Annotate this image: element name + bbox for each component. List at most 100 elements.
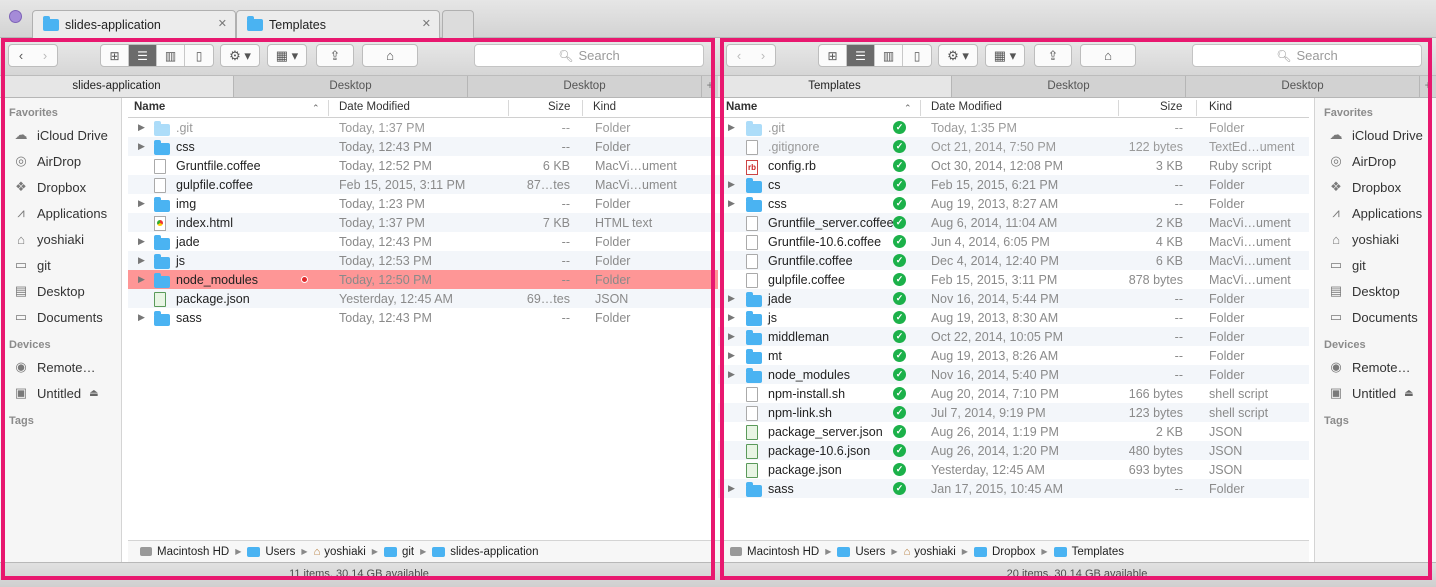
column-date[interactable]: Date Modified — [339, 101, 410, 113]
tags-button[interactable]: ⌂ — [362, 44, 418, 67]
sidebar-item-remote[interactable]: ◉ Remote… — [1315, 354, 1436, 380]
forward-icon[interactable]: › — [43, 48, 47, 63]
view-mode-switcher[interactable]: ⊞ ☰ ▥ ▯ — [818, 44, 932, 67]
path-item[interactable]: ⌂ yoshiaki — [314, 546, 366, 558]
disclosure-triangle-icon[interactable]: ▶ — [138, 274, 145, 285]
eject-icon[interactable]: ⏏ — [1404, 388, 1413, 399]
close-window-button[interactable] — [9, 10, 22, 23]
disclosure-triangle-icon[interactable]: ▶ — [138, 198, 145, 209]
disclosure-triangle-icon[interactable]: ▶ — [728, 350, 735, 361]
column-name[interactable]: Name — [726, 101, 757, 113]
pane-tab[interactable]: Desktop — [952, 76, 1186, 97]
sidebar-item-icloud-drive[interactable]: ☁ iCloud Drive — [1315, 122, 1436, 148]
search-field[interactable]: 🔍︎ Search — [474, 44, 704, 67]
back-icon[interactable]: ‹ — [737, 48, 741, 63]
view-mode-switcher[interactable]: ⊞ ☰ ▥ ▯ — [100, 44, 214, 67]
back-icon[interactable]: ‹ — [19, 48, 23, 63]
table-row[interactable]: ▶ node_modules Today, 12:50 PM -- Folder — [128, 270, 718, 289]
table-row[interactable]: ▶ jade Today, 12:43 PM -- Folder — [128, 232, 718, 251]
sidebar-item-remote[interactable]: ◉ Remote… — [0, 354, 121, 380]
table-row[interactable]: ▶ .git Today, 1:35 PM -- Folder ✓ — [718, 118, 1309, 137]
sidebar-item-dropbox[interactable]: ❖ Dropbox — [1315, 174, 1436, 200]
list-view-icon[interactable]: ☰ — [847, 45, 875, 66]
table-row[interactable]: .gitignore Oct 21, 2014, 7:50 PM 122 bytes… — [718, 137, 1309, 156]
window-tab-templates[interactable]: Templates ✕ — [236, 10, 440, 38]
arrange-menu-button[interactable]: ▦ ▾ — [267, 44, 307, 67]
icon-view-icon[interactable]: ⊞ — [101, 45, 129, 66]
disclosure-triangle-icon[interactable]: ▶ — [728, 179, 735, 190]
table-row[interactable]: ▶ css Aug 19, 2013, 8:27 AM -- Folder ✓ — [718, 194, 1309, 213]
close-tab-icon[interactable]: ✕ — [422, 17, 431, 30]
column-view-icon[interactable]: ▥ — [875, 45, 903, 66]
share-button[interactable]: ⇪ — [316, 44, 354, 67]
path-item[interactable]: Templates — [1053, 546, 1124, 558]
disclosure-triangle-icon[interactable]: ▶ — [138, 122, 145, 133]
disclosure-triangle-icon[interactable]: ▶ — [728, 312, 735, 323]
table-row[interactable]: package.json Yesterday, 12:45 AM 69…tes JSO… — [128, 289, 718, 308]
column-date[interactable]: Date Modified — [931, 101, 1002, 113]
sidebar-item-untitled[interactable]: ▣ Untitled ⏏ — [1315, 380, 1436, 406]
new-tab-button[interactable] — [442, 10, 474, 38]
disclosure-triangle-icon[interactable]: ▶ — [728, 331, 735, 342]
disclosure-triangle-icon[interactable]: ▶ — [138, 255, 145, 266]
close-tab-icon[interactable]: ✕ — [218, 17, 227, 30]
add-pane-tab-button[interactable]: + — [1420, 76, 1436, 97]
table-row[interactable]: index.html Today, 1:37 PM 7 KB HTML text — [128, 213, 718, 232]
disclosure-triangle-icon[interactable]: ▶ — [728, 198, 735, 209]
column-size[interactable]: Size — [548, 101, 570, 113]
path-item[interactable]: Macintosh HD — [140, 546, 229, 558]
pane-tab[interactable]: slides-application — [0, 76, 234, 97]
table-row[interactable]: Gruntfile-10.6.coffee Jun 4, 2014, 6:05 P… — [718, 232, 1309, 251]
arrange-menu-button[interactable]: ▦ ▾ — [985, 44, 1025, 67]
sidebar-item-applications[interactable]: ⩘ Applications — [0, 200, 121, 226]
share-button[interactable]: ⇪ — [1034, 44, 1072, 67]
pane-tab[interactable]: Desktop — [1186, 76, 1420, 97]
path-item[interactable]: git — [383, 546, 414, 558]
column-view-icon[interactable]: ▥ — [157, 45, 185, 66]
table-row[interactable]: ▶ js Aug 19, 2013, 8:30 AM -- Folder ✓ — [718, 308, 1309, 327]
pane-tab[interactable]: Templates — [718, 76, 952, 97]
sidebar-item-airdrop[interactable]: ◎ AirDrop — [1315, 148, 1436, 174]
sidebar-item-untitled[interactable]: ▣ Untitled ⏏ — [0, 380, 121, 406]
table-row[interactable]: Gruntfile.coffee Dec 4, 2014, 12:40 PM 6 K… — [718, 251, 1309, 270]
disclosure-triangle-icon[interactable]: ▶ — [138, 141, 145, 152]
forward-icon[interactable]: › — [761, 48, 765, 63]
sidebar-item-desktop[interactable]: ▤ Desktop — [0, 278, 121, 304]
column-kind[interactable]: Kind — [593, 101, 616, 113]
path-item[interactable]: slides-application — [432, 546, 538, 558]
back-forward-buttons[interactable]: ‹ › — [8, 44, 58, 67]
coverflow-view-icon[interactable]: ▯ — [185, 45, 213, 66]
eject-icon[interactable]: ⏏ — [89, 388, 98, 399]
column-kind[interactable]: Kind — [1209, 101, 1232, 113]
table-row[interactable]: package_server.json Aug 26, 2014, 1:19 PM… — [718, 422, 1309, 441]
table-row[interactable]: ▶ jade Nov 16, 2014, 5:44 PM -- Folder ✓ — [718, 289, 1309, 308]
pane-tab[interactable]: Desktop — [468, 76, 702, 97]
sidebar-item-airdrop[interactable]: ◎ AirDrop — [0, 148, 121, 174]
table-row[interactable]: ▶ middleman Oct 22, 2014, 10:05 PM -- Folder… — [718, 327, 1309, 346]
table-row[interactable]: ▶ node_modules Nov 16, 2014, 5:40 PM -- Fold… — [718, 365, 1309, 384]
path-item[interactable]: Users — [837, 546, 885, 558]
table-row[interactable]: ▶ sass Jan 17, 2015, 10:45 AM -- Folder ✓ — [718, 479, 1309, 498]
disclosure-triangle-icon[interactable]: ▶ — [728, 369, 735, 380]
list-view-icon[interactable]: ☰ — [129, 45, 157, 66]
table-row[interactable]: gulpfile.coffee Feb 15, 2015, 3:11 PM 87…t… — [128, 175, 718, 194]
table-row[interactable]: npm-install.sh Aug 20, 2014, 7:10 PM 166 b… — [718, 384, 1309, 403]
sidebar-item-desktop[interactable]: ▤ Desktop — [1315, 278, 1436, 304]
action-menu-button[interactable]: ⚙ ▾ — [220, 44, 260, 67]
path-item[interactable]: Macintosh HD — [730, 546, 819, 558]
path-item[interactable]: ⌂ yoshiaki — [904, 546, 956, 558]
sidebar-item-icloud-drive[interactable]: ☁ iCloud Drive — [0, 122, 121, 148]
add-pane-tab-button[interactable]: + — [702, 76, 718, 97]
disclosure-triangle-icon[interactable]: ▶ — [728, 483, 735, 494]
table-row[interactable]: rb config.rb Oct 30, 2014, 12:08 PM 3 KB Rub… — [718, 156, 1309, 175]
path-item[interactable]: Users — [247, 546, 295, 558]
table-row[interactable]: ▶ .git Today, 1:37 PM -- Folder — [128, 118, 718, 137]
sidebar-item-yoshiaki[interactable]: ⌂ yoshiaki — [0, 226, 121, 252]
action-menu-button[interactable]: ⚙ ▾ — [938, 44, 978, 67]
table-row[interactable]: npm-link.sh Jul 7, 2014, 9:19 PM 123 bytes… — [718, 403, 1309, 422]
table-row[interactable]: ▶ css Today, 12:43 PM -- Folder — [128, 137, 718, 156]
table-row[interactable]: ▶ cs Feb 15, 2015, 6:21 PM -- Folder ✓ — [718, 175, 1309, 194]
table-row[interactable]: Gruntfile.coffee Today, 12:52 PM 6 KB MacVi… — [128, 156, 718, 175]
sidebar-item-applications[interactable]: ⩘ Applications — [1315, 200, 1436, 226]
disclosure-triangle-icon[interactable]: ▶ — [728, 293, 735, 304]
